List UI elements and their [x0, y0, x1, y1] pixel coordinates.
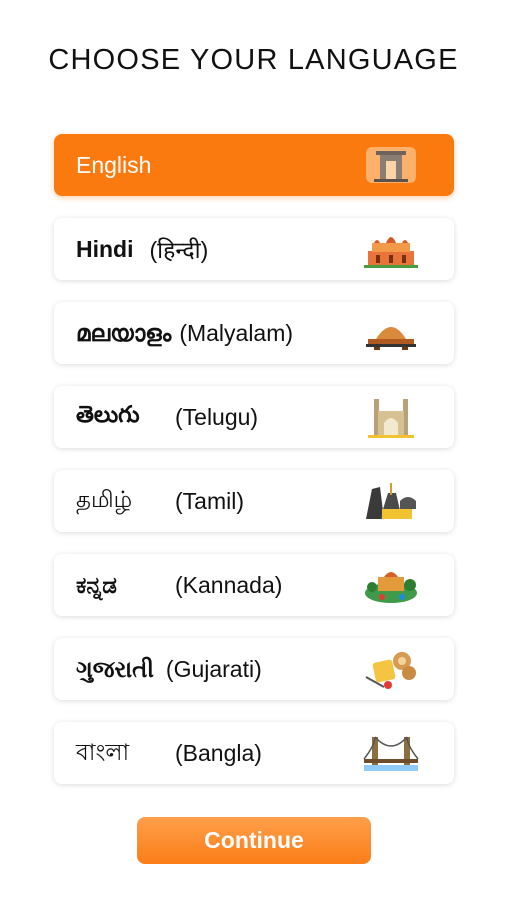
language-label-gujarati-native: ગુજરાતી [76, 655, 154, 682]
language-label-english: English [76, 151, 152, 178]
language-list: English Hindi (हिन्दी) മലയാളം (Malyalam)… [54, 134, 454, 806]
language-option-malayalam[interactable]: മലയാളം (Malyalam) [54, 302, 454, 364]
india-gate-icon [366, 147, 416, 183]
language-label-hindi-native: (हिन्दी) [149, 237, 209, 263]
language-label-malayalam-native: മലയാളം [76, 319, 172, 346]
language-option-kannada[interactable]: ಕನ್ನಡ (Kannada) [54, 554, 454, 616]
language-label-kannada-native: ಕನ್ನಡ [76, 571, 117, 598]
page-title: CHOOSE YOUR LANGUAGE [48, 44, 459, 76]
bridge-icon [363, 736, 419, 771]
palace-icon [364, 237, 418, 268]
language-option-gujarati[interactable]: ગુજરાતી (Gujarati) [54, 638, 454, 700]
language-label-hindi: Hindi [76, 235, 134, 262]
palace-garden-icon [365, 572, 417, 603]
language-option-bangla[interactable]: বাংলা (Bangla) [54, 722, 454, 784]
dome-landmark-icon [366, 327, 416, 350]
snacks-icon [365, 652, 416, 689]
language-label-bangla: (Bangla) [175, 739, 262, 766]
continue-button[interactable]: Continue [137, 817, 371, 864]
temple-icon [366, 483, 416, 519]
language-option-english[interactable]: English [54, 134, 454, 196]
language-label-malayalam: (Malyalam) [179, 319, 294, 346]
language-label-kannada: (Kannada) [175, 571, 283, 598]
language-label-tamil: (Tamil) [175, 487, 244, 514]
language-label-tamil-native: தமிழ் [76, 486, 133, 512]
language-label-gujarati: (Gujarati) [165, 655, 262, 682]
language-selection-screen: CHOOSE YOUR LANGUAGE English Hindi (हिन्… [0, 0, 507, 900]
language-option-tamil[interactable]: தமிழ் (Tamil) [54, 470, 454, 532]
charminar-icon [368, 399, 414, 438]
language-label-bangla-native: বাংলা [76, 738, 130, 765]
language-label-telugu: (Telugu) [175, 403, 259, 430]
language-option-hindi[interactable]: Hindi (हिन्दी) [54, 218, 454, 280]
language-option-telugu[interactable]: తెలుగు (Telugu) [54, 386, 454, 448]
language-label-telugu-native: తెలుగు [76, 400, 140, 427]
